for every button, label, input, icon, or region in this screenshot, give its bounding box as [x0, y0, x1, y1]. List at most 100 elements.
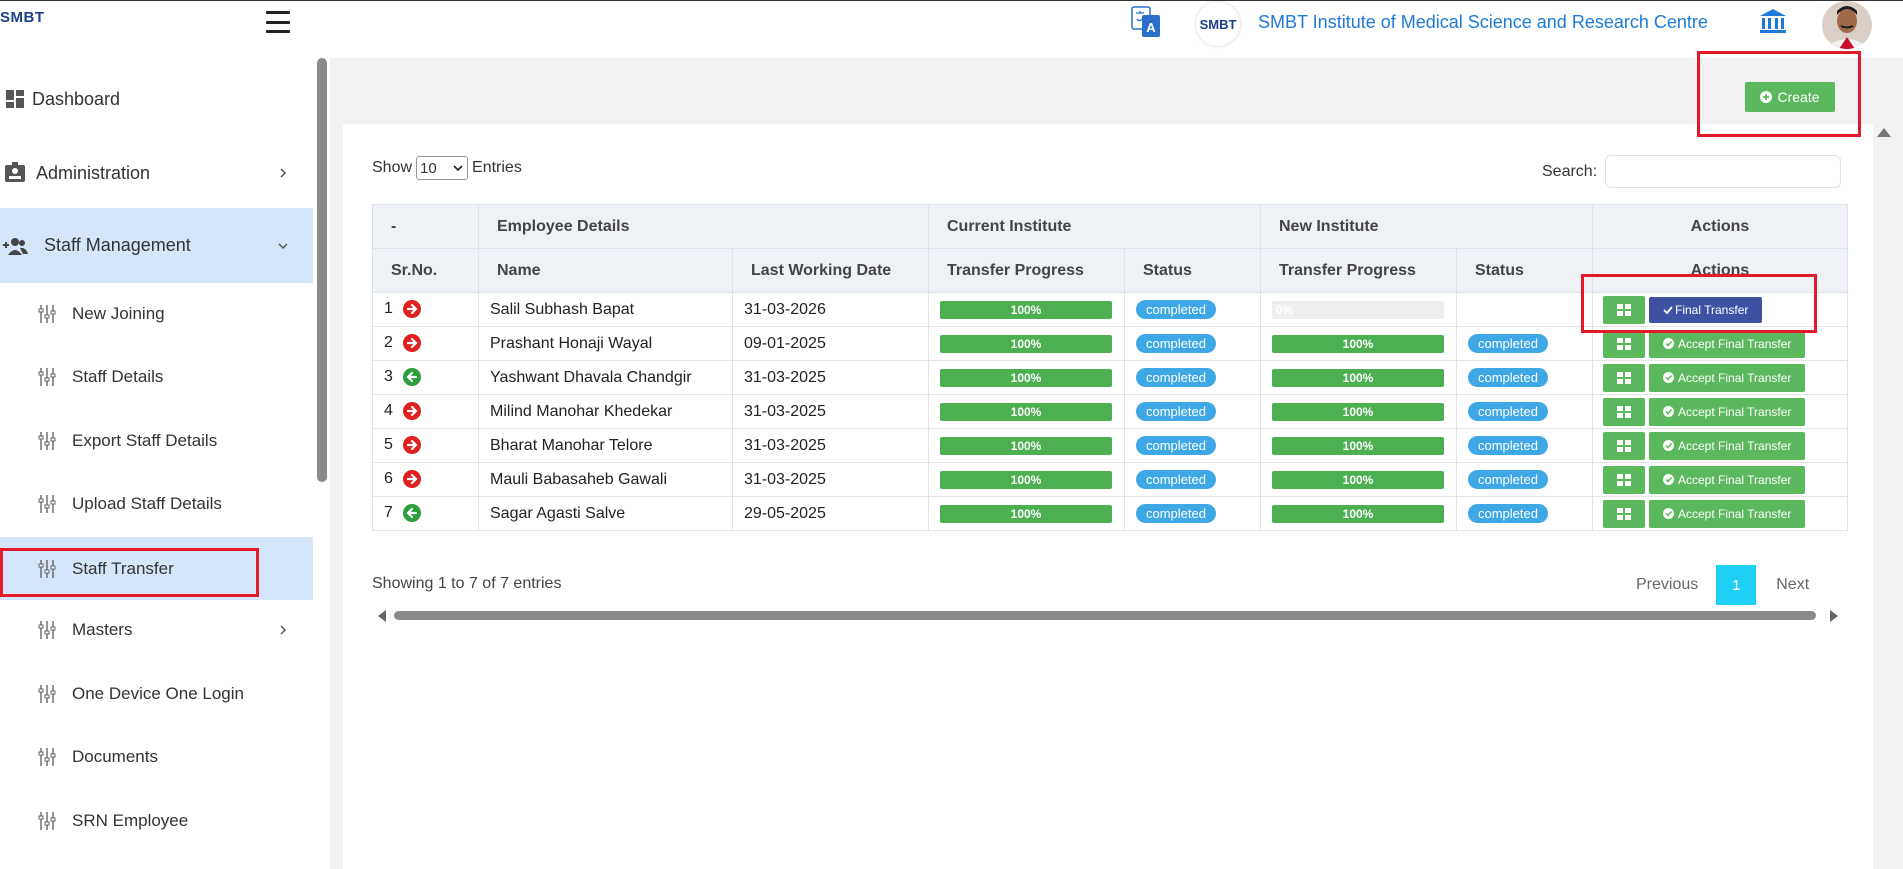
scroll-up-arrow-icon[interactable] [1877, 128, 1891, 137]
sidebar-item-export-staff-details[interactable]: Export Staff Details [0, 418, 313, 464]
institute-icon[interactable] [1758, 7, 1788, 35]
accept-final-transfer-button[interactable]: Accept Final Transfer [1649, 329, 1806, 358]
chevron-right-icon [280, 625, 287, 635]
next-button[interactable]: Next [1776, 576, 1809, 594]
arrow-right-circle-icon [393, 402, 421, 421]
sidebar-item-upload-staff-details[interactable]: Upload Staff Details [0, 481, 313, 527]
grid-view-button[interactable] [1603, 465, 1645, 494]
status-badge: completed [1468, 368, 1548, 387]
sidebar-item-documents[interactable]: Documents [0, 734, 313, 780]
accept-final-transfer-button[interactable]: Accept Final Transfer [1649, 499, 1806, 528]
previous-button[interactable]: Previous [1636, 576, 1698, 594]
table-row: 6 Mauli Babasaheb Gawali 31-03-2025 100% com… [372, 462, 1848, 497]
sidebar-item-staff-management[interactable]: Staff Management [0, 208, 313, 283]
actions-cell: Accept Final Transfer [1592, 394, 1848, 429]
sidebar-item-label: Export Staff Details [72, 431, 218, 450]
entries-select[interactable]: 10 [416, 156, 469, 180]
sidebar-item-administration[interactable]: Administration [0, 150, 313, 196]
group-header: Current Institute [928, 204, 1261, 249]
sliders-icon [36, 430, 58, 452]
sr-cell: 7 [372, 496, 479, 531]
column-header[interactable]: Status [1456, 248, 1593, 293]
scroll-right-arrow-icon[interactable] [1830, 610, 1838, 622]
current-progress-cell: 100% [928, 326, 1125, 361]
sr-cell: 4 [372, 394, 479, 429]
arrow-right-circle-icon [393, 334, 421, 353]
current-progress-bar: 100% [940, 504, 1112, 523]
current-progress-bar: 100% [940, 300, 1112, 319]
current-progress-cell: 100% [928, 292, 1125, 327]
scrollbar-thumb[interactable] [394, 611, 1816, 620]
name-cell: Bharat Manohar Telore [478, 428, 733, 463]
menu-toggle-icon[interactable] [266, 11, 290, 33]
scroll-left-arrow-icon[interactable] [378, 610, 386, 622]
grid-view-button[interactable] [1603, 431, 1645, 460]
sidebar-item-label: Dashboard [32, 88, 121, 109]
grid-view-button[interactable] [1603, 329, 1645, 358]
actions-cell: Accept Final Transfer [1592, 496, 1848, 531]
date-cell: 31-03-2025 [732, 394, 929, 429]
column-header[interactable]: Name [478, 248, 733, 293]
sidebar-item-label: Administration [36, 162, 151, 183]
status-badge: completed [1468, 436, 1548, 455]
column-header[interactable]: Transfer Progress [928, 248, 1125, 293]
new-progress-cell: 100% [1260, 496, 1457, 531]
arrow-right-circle-icon [393, 470, 421, 489]
sidebar-item-masters[interactable]: Masters [0, 607, 313, 653]
top-header: SMBT A SMBT SMBT Institute of Medical Sc… [0, 0, 1903, 58]
accept-final-transfer-button[interactable]: Accept Final Transfer [1649, 431, 1806, 460]
sidebar-scrollbar[interactable] [317, 58, 327, 482]
status-badge: completed [1468, 504, 1548, 523]
accept-final-transfer-label: Accept Final Transfer [1678, 438, 1792, 453]
search-label: Search: [1542, 162, 1598, 180]
grid-view-button[interactable] [1603, 363, 1645, 392]
search-input[interactable] [1605, 155, 1842, 188]
sr-number: 7 [384, 504, 393, 522]
status-badge: completed [1136, 504, 1216, 523]
date-cell: 31-03-2025 [732, 462, 929, 497]
new-progress-bar: 100% [1272, 470, 1444, 489]
status-badge: completed [1468, 402, 1548, 421]
name-cell: Sagar Agasti Salve [478, 496, 733, 531]
date-cell: 09-01-2025 [732, 326, 929, 361]
new-status-cell: completed [1456, 496, 1593, 531]
current-progress-bar: 100% [940, 436, 1112, 455]
entries-length-control: Show 10 Entries [372, 156, 522, 180]
status-badge: completed [1136, 402, 1216, 421]
translate-icon[interactable]: A [1130, 5, 1162, 41]
sidebar-item-staff-details[interactable]: Staff Details [0, 354, 313, 400]
name-cell: Salil Subhash Bapat [478, 292, 733, 327]
accept-final-transfer-button[interactable]: Accept Final Transfer [1649, 363, 1806, 392]
accept-final-transfer-button[interactable]: Accept Final Transfer [1649, 397, 1806, 426]
accept-final-transfer-label: Accept Final Transfer [1678, 404, 1792, 419]
sr-number: 3 [384, 368, 393, 386]
grid-view-button[interactable] [1603, 397, 1645, 426]
horizontal-scrollbar[interactable] [378, 610, 1838, 622]
current-progress-cell: 100% [928, 496, 1125, 531]
current-progress-bar: 100% [940, 402, 1112, 421]
date-cell: 31-03-2025 [732, 360, 929, 395]
sidebar-item-srn-employee[interactable]: SRN Employee [0, 798, 313, 844]
new-progress-cell: 100% [1260, 394, 1457, 429]
new-status-cell: completed [1456, 428, 1593, 463]
column-header[interactable]: Sr.No. [372, 248, 479, 293]
accept-final-transfer-button[interactable]: Accept Final Transfer [1649, 465, 1806, 494]
current-progress-cell: 100% [928, 360, 1125, 395]
page-button-1[interactable]: 1 [1716, 565, 1757, 605]
group-header: - [372, 204, 479, 249]
sidebar-item-new-joining[interactable]: New Joining [0, 291, 313, 337]
entries-select-value: 10 [420, 159, 437, 177]
new-progress-bar: 100% [1272, 368, 1444, 387]
sidebar-item-dashboard[interactable]: Dashboard [0, 76, 313, 122]
grid-view-button[interactable] [1603, 499, 1645, 528]
staff-transfer-table: - Employee Details Current Institute New… [372, 204, 1848, 531]
sidebar-item-one-device-one-login[interactable]: One Device One Login [0, 671, 313, 717]
user-avatar[interactable] [1822, 1, 1872, 49]
column-header[interactable]: Transfer Progress [1260, 248, 1457, 293]
accept-final-transfer-label: Accept Final Transfer [1678, 472, 1792, 487]
highlight-box-final-transfer [1581, 274, 1817, 333]
new-status-cell: completed [1456, 394, 1593, 429]
dashboard-icon [4, 88, 26, 110]
column-header[interactable]: Last Working Date [732, 248, 929, 293]
column-header[interactable]: Status [1124, 248, 1261, 293]
